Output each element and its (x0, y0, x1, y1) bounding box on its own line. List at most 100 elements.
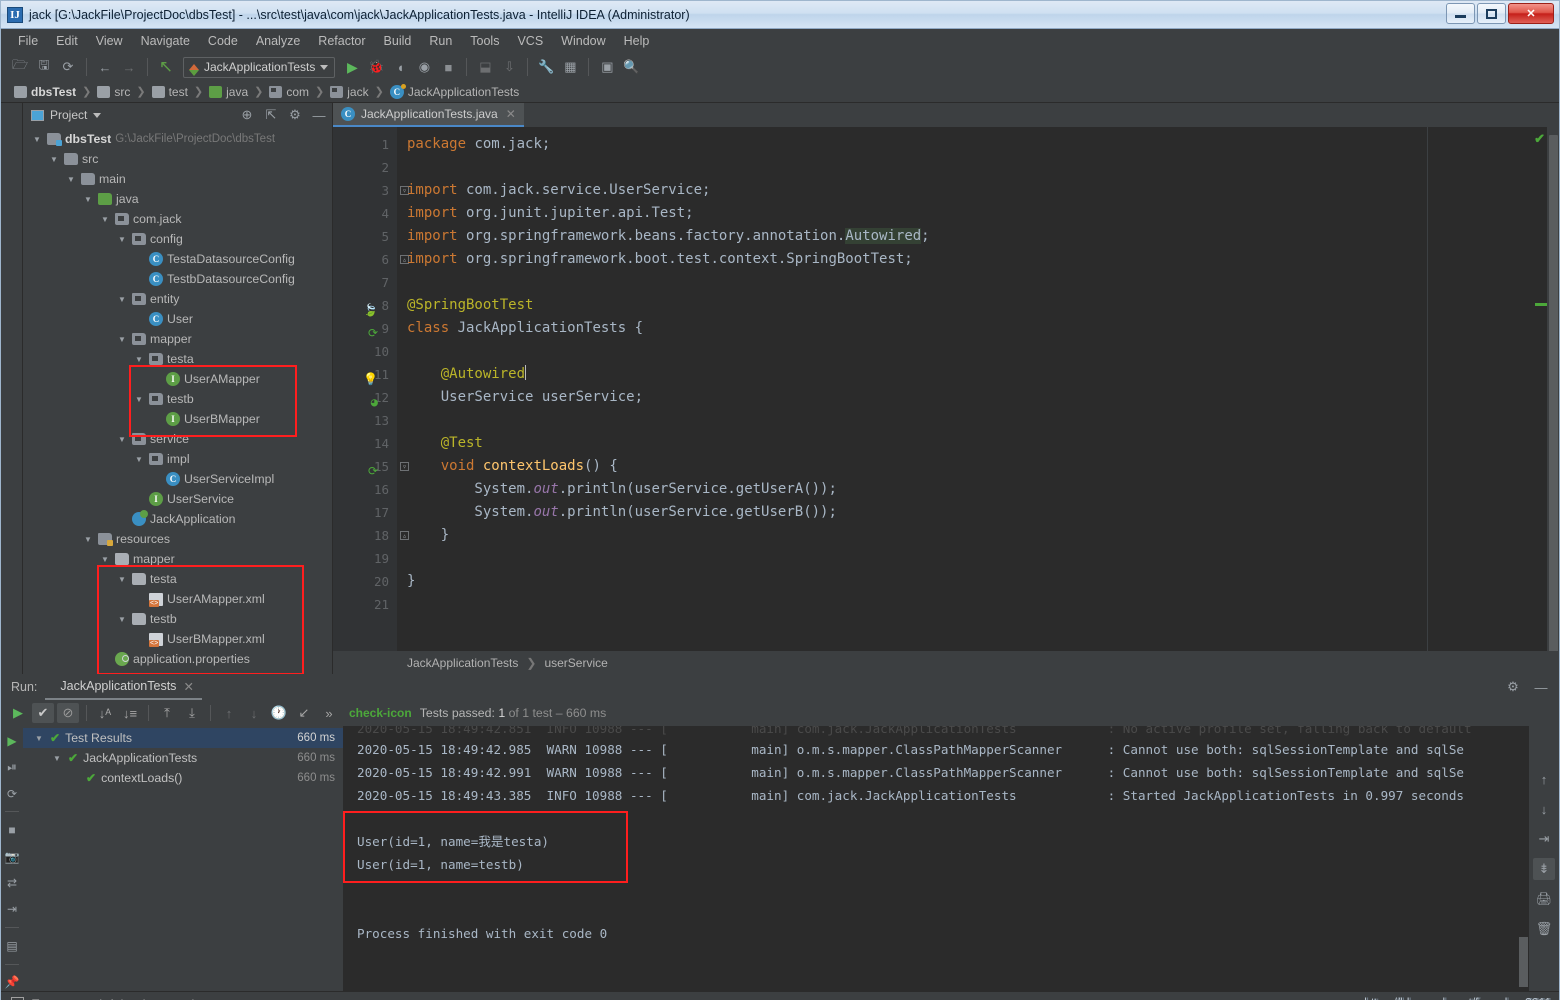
tree-node-TestbDatasourceConfig[interactable]: C TestbDatasourceConfig (23, 269, 332, 289)
menu-vcs[interactable]: VCS (508, 31, 552, 51)
breadcrumb-field[interactable]: userService (544, 656, 607, 670)
gutter-line-16[interactable]: 16 (333, 478, 397, 501)
code-line-20[interactable]: } (397, 570, 1547, 593)
gutter-line-18[interactable]: 18 ▵ (333, 524, 409, 547)
tree-node-TestaDatasourceConfig[interactable]: C TestaDatasourceConfig (23, 249, 332, 269)
gutter-line-12[interactable]: 12 ◕ (333, 386, 397, 409)
tree-node-testa[interactable]: ▼ testa (23, 349, 332, 369)
gutter-line-3[interactable]: 3 ▿ (333, 179, 409, 202)
gutter-line-13[interactable]: 13 (333, 409, 397, 432)
forward-icon[interactable]: → (118, 56, 140, 78)
menu-view[interactable]: View (87, 31, 132, 51)
code-line-6[interactable]: import org.springframework.boot.test.con… (397, 248, 1547, 271)
expand-arrow-icon[interactable]: ▼ (31, 135, 43, 144)
scrollbar-thumb[interactable] (1549, 135, 1558, 651)
code-line-13[interactable] (397, 409, 1547, 432)
code-line-7[interactable] (397, 271, 1547, 294)
breadcrumb-com[interactable]: com (266, 85, 312, 99)
breadcrumb-jack[interactable]: jack (327, 85, 371, 99)
project-tree[interactable]: ▼ dbsTest G:\JackFile\ProjectDoc\dbsTest ▼ s… (23, 127, 332, 674)
gutter-line-14[interactable]: 14 (333, 432, 397, 455)
tree-node-UserServiceImpl[interactable]: C UserServiceImpl (23, 469, 332, 489)
code-line-19[interactable] (397, 547, 1547, 570)
breadcrumb-dbsTest[interactable]: dbsTest (11, 85, 79, 99)
import-icon[interactable]: ⇥ (3, 901, 21, 918)
gutter-line-5[interactable]: 5 (333, 225, 397, 248)
layout-icon[interactable]: ▤ (3, 937, 21, 954)
prev-failed-icon[interactable]: ↑ (218, 703, 240, 723)
menu-file[interactable]: File (9, 31, 47, 51)
code-line-2[interactable] (397, 156, 1547, 179)
inspection-status-icon[interactable]: ✔ (1534, 131, 1545, 147)
restart-icon[interactable]: ⟳ (3, 785, 21, 802)
expand-arrow-icon[interactable]: ▼ (82, 535, 94, 544)
menu-help[interactable]: Help (615, 31, 659, 51)
tree-node-UserService[interactable]: I UserService (23, 489, 332, 509)
hide-icon[interactable]: — (1531, 677, 1551, 697)
editor-code[interactable]: package com.jack; import com.jack.servic… (397, 127, 1547, 651)
tree-node-UserAMapper.xml[interactable]: UserAMapper.xml (23, 589, 332, 609)
tree-node-com.jack[interactable]: ▼ com.jack (23, 209, 332, 229)
tree-node-java[interactable]: ▼ java (23, 189, 332, 209)
gutter-line-21[interactable]: 21 (333, 593, 397, 616)
collapse-all-icon[interactable]: ⤓ (181, 703, 203, 723)
menu-code[interactable]: Code (199, 31, 247, 51)
breadcrumb-JackApplicationTests[interactable]: C JackApplicationTests (387, 83, 522, 99)
locate-icon[interactable]: ⊕ (238, 106, 256, 124)
expand-arrow-icon[interactable]: ▼ (133, 455, 145, 464)
expand-arrow-icon[interactable]: ▼ (116, 335, 128, 344)
next-failed-icon[interactable]: ↓ (243, 703, 265, 723)
debug-icon[interactable]: 🐞 (365, 56, 387, 78)
gutter-line-11[interactable]: 11 💡 (333, 363, 397, 386)
menu-analyze[interactable]: Analyze (247, 31, 309, 51)
run-tab-JackApplicationTests[interactable]: JackApplicationTests ✕ (45, 674, 202, 700)
menu-window[interactable]: Window (552, 31, 614, 51)
hide-icon[interactable]: — (310, 106, 328, 124)
breadcrumb-src[interactable]: src (94, 85, 133, 99)
code-line-3[interactable]: import com.jack.service.UserService; (397, 179, 1547, 202)
gutter-line-1[interactable]: 1 (333, 133, 397, 156)
tree-node-UserBMapper[interactable]: I UserBMapper (23, 409, 332, 429)
expand-arrow-icon[interactable]: ▼ (116, 615, 128, 624)
menu-tools[interactable]: Tools (461, 31, 508, 51)
tree-node-application.properties[interactable]: application.properties (23, 649, 332, 669)
debug-icon[interactable]: ⏯ (3, 758, 21, 775)
tree-node-User[interactable]: C User (23, 309, 332, 329)
gutter-line-9[interactable]: 9 ⟳ (333, 317, 397, 340)
code-line-16[interactable]: System.out.println(userService.getUserA(… (397, 478, 1547, 501)
pin-icon[interactable]: 📌 (3, 974, 21, 991)
open-folder-icon[interactable]: 🗁 (9, 56, 31, 78)
minimize-button[interactable] (1446, 3, 1475, 24)
search-everywhere-icon[interactable]: 🔍 (620, 56, 642, 78)
expand-arrow-icon[interactable]: ▼ (82, 195, 94, 204)
clear-all-icon[interactable]: 🗑 (1533, 918, 1555, 940)
expand-arrow-icon[interactable]: ▼ (116, 295, 128, 304)
gear-icon[interactable]: ⚙ (286, 106, 304, 124)
expand-arrow-icon[interactable]: ▼ (116, 435, 128, 444)
bean-icon[interactable]: ◕ (363, 390, 378, 409)
update-app-icon[interactable]: ⬓ (474, 56, 496, 78)
export-icon[interactable]: ↙ (293, 703, 315, 723)
save-all-icon[interactable]: 🖫 (33, 56, 55, 78)
expand-all-icon[interactable]: ⤒ (156, 703, 178, 723)
code-line-5[interactable]: import org.springframework.beans.factory… (397, 225, 1547, 248)
gutter-line-10[interactable]: 10 (333, 340, 397, 363)
expand-arrow-icon[interactable]: ▼ (116, 575, 128, 584)
code-line-15[interactable]: void contextLoads() { (397, 455, 1547, 478)
rerun-icon[interactable]: ▶ (7, 703, 29, 723)
run-console[interactable]: 2020-05-15 18:49:42.851 INFO 10988 --- [… (343, 726, 1529, 991)
tree-node-testa[interactable]: ▼ testa (23, 569, 332, 589)
intention-bulb-icon[interactable]: 💡 (363, 367, 378, 386)
show-ignored-icon[interactable]: ⊘ (57, 703, 79, 723)
code-line-17[interactable]: System.out.println(userService.getUserB(… (397, 501, 1547, 524)
menu-edit[interactable]: Edit (47, 31, 87, 51)
gutter-line-2[interactable]: 2 (333, 156, 397, 179)
expand-arrow-icon[interactable]: ▼ (99, 215, 111, 224)
project-structure-icon[interactable]: ▦ (559, 56, 581, 78)
gutter-line-19[interactable]: 19 (333, 547, 397, 570)
tree-node-testb[interactable]: ▼ testb (23, 609, 332, 629)
sync-icon[interactable]: ⟳ (57, 56, 79, 78)
test-node-JackApplicationTests[interactable]: ▼ ✔ JackApplicationTests 660 ms (23, 748, 343, 768)
expand-arrow-icon[interactable]: ▼ (133, 395, 145, 404)
expand-arrow-icon[interactable]: ▼ (48, 155, 60, 164)
